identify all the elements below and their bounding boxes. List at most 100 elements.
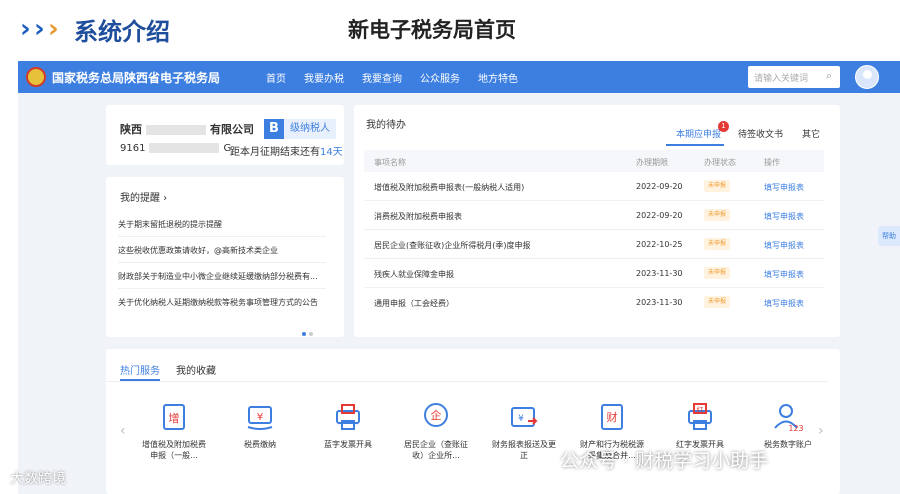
slide-subtitle: 新电子税务局首页 bbox=[348, 18, 516, 42]
vat-declare-icon: 增 bbox=[158, 401, 190, 433]
svg-text:¥: ¥ bbox=[518, 414, 524, 424]
service-tax-payment[interactable]: ¥ 税费缴纳 bbox=[228, 401, 292, 450]
main-nav: 首页 我要办税 我要查询 公众服务 地方特色 bbox=[266, 70, 536, 85]
notification-badge: 1 bbox=[718, 121, 729, 132]
active-tab-indicator bbox=[120, 379, 160, 381]
fill-declaration-link[interactable]: 填写申报表 bbox=[764, 182, 804, 193]
service-financial-report[interactable]: ¥ 财务报表报送及更正 bbox=[492, 401, 556, 461]
help-side-tab[interactable]: 帮助 bbox=[878, 226, 900, 246]
nav-do-tax[interactable]: 我要办税 bbox=[304, 70, 344, 85]
tab-hot-services[interactable]: 热门服务 bbox=[120, 362, 160, 377]
table-row: 消费税及附加税费申报表 2022-09-20 未申报 填写申报表 bbox=[364, 201, 824, 230]
deadline-days: 14天 bbox=[320, 147, 343, 158]
fill-declaration-link[interactable]: 填写申报表 bbox=[764, 240, 804, 251]
tax-id-prefix: 9161 bbox=[120, 143, 146, 154]
todo-card: 我的待办 本期应申报 1 待签收文书 其它 事项名称 办理期限 办理状态 操作 … bbox=[354, 105, 840, 337]
item-name: 残疾人就业保障金申报 bbox=[374, 270, 454, 279]
taxpayer-name-suffix: 有限公司 bbox=[210, 123, 254, 136]
tab-current-declare[interactable]: 本期应申报 bbox=[676, 127, 721, 140]
credit-level-badge: B bbox=[264, 119, 284, 139]
item-deadline: 2022-09-20 bbox=[636, 211, 683, 220]
search-icon[interactable]: ⌕ bbox=[826, 69, 832, 83]
watermark-right: 公众号 · 财税学习小助手 bbox=[560, 450, 769, 472]
deadline-prefix: 距本月征期结束还有 bbox=[230, 147, 320, 158]
tab-other[interactable]: 其它 bbox=[802, 127, 820, 140]
fill-declaration-link[interactable]: 填写申报表 bbox=[764, 269, 804, 280]
tax-id: 9161 G bbox=[120, 143, 231, 154]
nav-public-service[interactable]: 公众服务 bbox=[420, 70, 460, 85]
nav-home[interactable]: 首页 bbox=[266, 70, 286, 85]
item-name: 消费税及附加税费申报表 bbox=[374, 212, 462, 221]
top-navigation-bar: 国家税务总局陕西省电子税务局 首页 我要办税 我要查询 公众服务 地方特色 请输… bbox=[18, 61, 900, 93]
reminder-item[interactable]: 关于期末留抵退税的提示提醒 bbox=[118, 219, 326, 237]
carousel-dots bbox=[302, 321, 316, 340]
svg-text:¥: ¥ bbox=[257, 412, 263, 423]
reminder-item[interactable]: 这些税收优惠政策请收好，@高新技术类企业 bbox=[118, 245, 326, 263]
service-label: 增值税及附加税费申报（一般... bbox=[142, 440, 206, 460]
chevron-right-icon: › bbox=[20, 14, 31, 44]
taxpayer-card: 陕西 有限公司 9161 G B 级纳税人 距本月征期结束还有14天 bbox=[106, 105, 344, 165]
item-deadline: 2023-11-30 bbox=[636, 269, 683, 278]
service-digital-account[interactable]: 123 税务数字账户 bbox=[756, 401, 820, 450]
chevron-right-icon: › bbox=[48, 14, 59, 44]
page-body: 陕西 有限公司 9161 G B 级纳税人 距本月征期结束还有14天 我的提醒 › … bbox=[18, 93, 900, 494]
reminders-title[interactable]: 我的提醒 › bbox=[120, 189, 167, 204]
service-label: 居民企业（查账征收）企业所... bbox=[404, 440, 468, 460]
fill-declaration-link[interactable]: 填写申报表 bbox=[764, 298, 804, 309]
item-deadline: 2022-09-20 bbox=[636, 182, 683, 191]
carousel-dot[interactable] bbox=[302, 332, 306, 336]
property-tax-icon: 财 bbox=[596, 401, 628, 433]
service-vat-declare[interactable]: 增 增值税及附加税费申报（一般... bbox=[142, 401, 206, 461]
service-red-invoice[interactable]: 红 红字发票开具 bbox=[668, 401, 732, 450]
column-header: 办理状态 bbox=[704, 158, 736, 167]
service-label: 税费缴纳 bbox=[244, 440, 276, 449]
fill-declaration-link[interactable]: 填写申报表 bbox=[764, 211, 804, 222]
item-name: 通用申报（工会经费） bbox=[374, 299, 454, 308]
tax-payment-icon: ¥ bbox=[244, 401, 276, 433]
service-enterprise-income-tax[interactable]: 企 居民企业（查账征收）企业所... bbox=[404, 401, 468, 461]
reminders-card: 我的提醒 › 关于期末留抵退税的提示提醒 这些税收优惠政策请收好，@高新技术类企… bbox=[106, 177, 344, 337]
enterprise-income-tax-icon: 企 bbox=[420, 401, 452, 433]
slide-title: 系统介绍 bbox=[74, 18, 170, 46]
item-name: 增值税及附加税费申报表(一般纳税人适用) bbox=[374, 183, 525, 192]
svg-text:增: 增 bbox=[169, 411, 180, 425]
column-header: 办理期限 bbox=[636, 158, 668, 167]
financial-report-icon: ¥ bbox=[508, 401, 540, 433]
table-row: 通用申报（工会经费） 2023-11-30 未申报 填写申报表 bbox=[364, 288, 824, 317]
item-name: 居民企业(查账征收)企业所得税月(季)度申报 bbox=[374, 241, 531, 250]
watermark-left: 大数跨境 bbox=[10, 471, 66, 487]
table-row: 增值税及附加税费申报表(一般纳税人适用) 2022-09-20 未申报 填写申报… bbox=[364, 172, 824, 201]
service-blue-invoice[interactable]: 蓝字发票开具 bbox=[316, 401, 380, 450]
service-label: 财务报表报送及更正 bbox=[492, 440, 556, 460]
reminder-item[interactable]: 财政部关于制造业中小微企业继续延缓缴纳部分税费有... bbox=[118, 271, 326, 289]
taxpayer-name: 陕西 有限公司 bbox=[120, 121, 254, 137]
carousel-dot[interactable] bbox=[309, 332, 313, 336]
todo-table-header: 事项名称 办理期限 办理状态 操作 bbox=[364, 150, 824, 172]
tax-emblem-logo bbox=[26, 67, 46, 87]
redacted-block bbox=[149, 143, 220, 153]
svg-text:红: 红 bbox=[697, 405, 704, 414]
chevron-left-icon[interactable]: ‹ bbox=[120, 423, 126, 439]
user-avatar[interactable] bbox=[855, 65, 879, 89]
table-row: 残疾人就业保障金申报 2023-11-30 未申报 填写申报表 bbox=[364, 259, 824, 288]
status-badge: 未申报 bbox=[704, 296, 730, 308]
item-deadline: 2022-10-25 bbox=[636, 240, 683, 249]
deadline-text: 距本月征期结束还有14天 bbox=[230, 143, 343, 158]
tab-my-favorites[interactable]: 我的收藏 bbox=[176, 362, 216, 377]
nav-query[interactable]: 我要查询 bbox=[362, 70, 402, 85]
redacted-block bbox=[146, 125, 206, 135]
slide-header: › › › 系统介绍 新电子税务局首页 bbox=[0, 0, 900, 56]
svg-text:企: 企 bbox=[431, 408, 442, 422]
tab-documents[interactable]: 待签收文书 bbox=[738, 127, 783, 140]
reminder-item[interactable]: 关于优化纳税人延期缴纳税款等税务事项管理方式的公告 bbox=[118, 297, 326, 314]
nav-local-feature[interactable]: 地方特色 bbox=[478, 70, 518, 85]
column-header: 事项名称 bbox=[374, 158, 406, 167]
status-badge: 未申报 bbox=[704, 180, 730, 192]
todo-title: 我的待办 bbox=[366, 120, 406, 131]
column-header: 操作 bbox=[764, 158, 780, 167]
taxpayer-name-prefix: 陕西 bbox=[120, 123, 142, 136]
service-label: 蓝字发票开具 bbox=[324, 440, 372, 449]
credit-level-label: 级纳税人 bbox=[284, 119, 336, 139]
site-name[interactable]: 国家税务总局陕西省电子税务局 bbox=[52, 69, 220, 86]
digital-account-icon: 123 bbox=[772, 401, 804, 433]
